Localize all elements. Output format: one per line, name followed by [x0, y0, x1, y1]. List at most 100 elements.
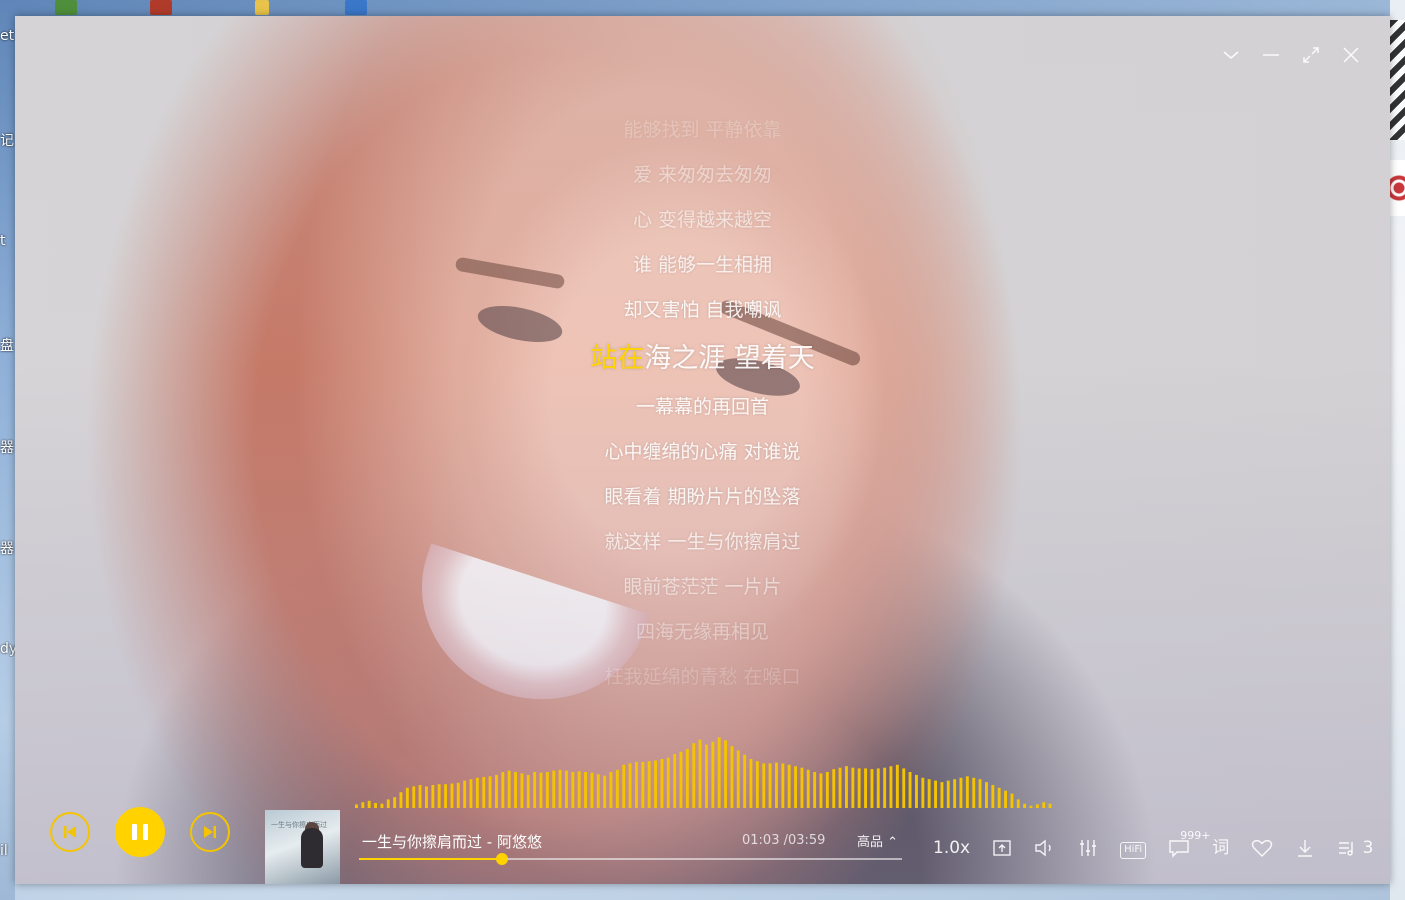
lyric-line[interactable]: 一幕幕的再回首 — [15, 385, 1390, 430]
background-window-thumbnail — [1390, 20, 1405, 140]
visualizer-bar — [985, 782, 988, 808]
visualizer-bar — [380, 803, 384, 808]
comment-count-badge: 999+ — [1180, 829, 1211, 842]
playlist-count: 3 — [1362, 838, 1374, 858]
minimize-icon[interactable] — [1262, 46, 1280, 64]
progress-bar[interactable] — [359, 853, 902, 865]
desktop-icon-label[interactable]: 器 — [0, 538, 15, 558]
lyric-line[interactable]: 能够找到 平静依靠 — [15, 108, 1390, 153]
visualizer-bar — [520, 773, 524, 808]
hifi-button[interactable]: HiFi — [1120, 842, 1147, 859]
visualizer-bar — [762, 763, 766, 808]
visualizer-bar — [399, 792, 403, 808]
lyric-line[interactable]: 心中缠绵的心痛 对谁说 — [15, 430, 1390, 475]
visualizer-bar — [755, 761, 759, 808]
lyric-line[interactable]: 四海无缘再相见 — [15, 610, 1390, 655]
progress-fill — [359, 858, 503, 860]
chevron-down-icon[interactable] — [1222, 46, 1240, 64]
visualizer-bar — [622, 764, 626, 808]
visualizer-bar — [921, 777, 925, 808]
visualizer-bar — [405, 787, 409, 808]
visualizer-bar — [1048, 803, 1052, 808]
visualizer-bar — [495, 774, 498, 808]
visualizer-bar — [475, 777, 479, 808]
desktop-icon-label[interactable]: t — [0, 233, 15, 249]
lyric-line[interactable]: 心 变得越来越空 — [15, 198, 1390, 243]
lyric-line[interactable]: 眼前苍茫茫 一片片 — [15, 565, 1390, 610]
expand-icon[interactable] — [1302, 46, 1320, 64]
visualizer-bar — [736, 750, 740, 808]
visualizer-bar — [386, 799, 390, 808]
visualizer-bar — [813, 772, 817, 808]
equalizer-icon[interactable] — [1078, 834, 1098, 862]
desktop-icon-label[interactable]: 器 — [0, 437, 15, 457]
volume-icon[interactable] — [1034, 834, 1056, 862]
playback-speed-button[interactable]: 1.0x — [933, 834, 970, 862]
playlist-button[interactable]: 3 — [1337, 834, 1373, 862]
visualizer-bar — [558, 769, 562, 808]
visualizer-bar — [1042, 802, 1046, 808]
visualizer-bar — [698, 739, 702, 808]
current-lyric-line[interactable]: 站在海之涯 望着天 — [15, 333, 1390, 385]
visualizer-bar — [635, 761, 638, 808]
visualizer-bar — [571, 772, 575, 808]
lyric-line[interactable]: 就这样 一生与你擦肩过 — [15, 520, 1390, 565]
visualizer-bar — [692, 743, 696, 808]
visualizer-bar — [864, 768, 867, 808]
desktop-right-edge — [1390, 0, 1405, 900]
desktop-icon[interactable] — [255, 0, 269, 15]
desktop-icon-label[interactable]: dy — [0, 641, 15, 657]
visualizer-bar — [654, 760, 657, 808]
album-cover[interactable]: 一生与你擦肩而过 — [265, 810, 340, 884]
desktop-icon-label[interactable]: 记 — [0, 130, 15, 150]
previous-button[interactable] — [50, 812, 90, 852]
lyric-line[interactable]: 爱 来匆匆去匆匆 — [15, 153, 1390, 198]
quality-selector[interactable]: 高品 ⌃ — [857, 831, 898, 850]
lyric-line[interactable]: 却又害怕 自我嘲讽 — [15, 288, 1390, 333]
visualizer-bar — [444, 784, 447, 808]
visualizer-bar — [482, 777, 486, 808]
visualizer-bar — [596, 774, 600, 808]
duration-time: 03:59 — [787, 833, 826, 848]
heart-icon[interactable] — [1251, 834, 1273, 862]
playback-time: 01:03 /03:59 — [742, 833, 825, 848]
visualizer-bar — [1004, 790, 1007, 808]
lyric-line[interactable]: 枉我延绵的青愁 在喉口 — [15, 655, 1390, 700]
visualizer-bar — [469, 779, 473, 808]
visualizer-bar — [819, 773, 823, 808]
lyrics-toggle-button[interactable]: 词 — [1212, 834, 1229, 862]
pause-icon — [115, 807, 165, 857]
desktop-icon-label[interactable]: il — [0, 843, 15, 859]
visualizer-bar — [768, 763, 772, 808]
song-title[interactable]: 一生与你擦肩而过 - 阿悠悠 — [362, 831, 542, 852]
download-icon[interactable] — [1295, 834, 1315, 862]
visualizer-bar — [552, 770, 556, 808]
lyrics-panel[interactable]: 能够找到 平静依靠 爱 来匆匆去匆匆 心 变得越来越空 谁 能够一生相拥 却又害… — [15, 108, 1390, 700]
desktop-icon[interactable] — [55, 0, 77, 15]
elapsed-time: 01:03 — [742, 833, 780, 848]
visualizer-bar — [787, 764, 791, 808]
skip-next-icon — [204, 826, 216, 838]
close-icon[interactable] — [1342, 46, 1360, 64]
next-button[interactable] — [190, 812, 230, 852]
desktop-icon[interactable] — [150, 0, 172, 15]
desktop-icon-label[interactable]: 盘 — [0, 335, 15, 355]
lyric-line[interactable]: 眼看着 期盼片片的坠落 — [15, 475, 1390, 520]
visualizer-bar — [647, 761, 651, 808]
audio-visualizer — [355, 737, 1052, 808]
visualizer-bar — [978, 779, 982, 808]
lyric-line[interactable]: 谁 能够一生相拥 — [15, 243, 1390, 288]
visualizer-bar — [641, 761, 645, 808]
visualizer-bar — [959, 777, 963, 808]
visualizer-bar — [845, 766, 848, 808]
pause-button[interactable] — [115, 807, 165, 857]
time-separator: / — [779, 833, 788, 848]
visualizer-bar — [367, 800, 371, 808]
desktop-icon[interactable] — [345, 0, 367, 15]
visualizer-bar — [832, 769, 836, 808]
mini-mode-icon[interactable] — [992, 834, 1012, 862]
comment-button[interactable]: 999+ — [1168, 829, 1210, 862]
visualizer-bar — [908, 772, 912, 808]
desktop-top-strip — [0, 0, 1405, 16]
desktop-icon-label[interactable]: et — [0, 28, 15, 44]
